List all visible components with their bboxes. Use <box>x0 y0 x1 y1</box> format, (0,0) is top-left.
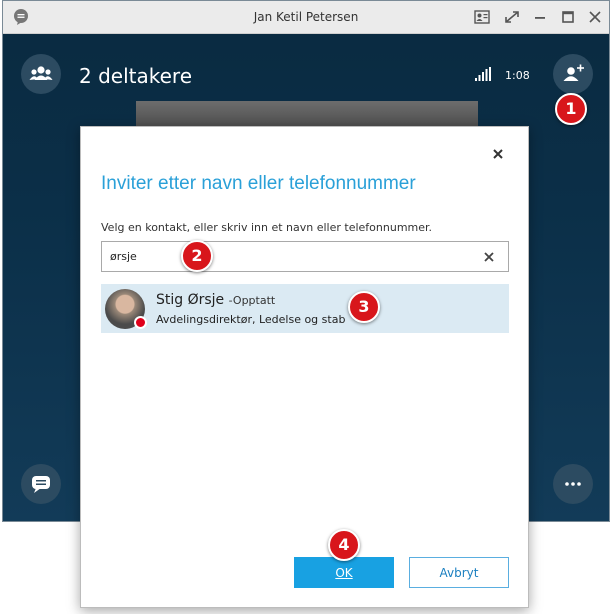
more-dots-icon <box>565 482 581 486</box>
minimize-icon[interactable] <box>529 7 551 27</box>
cancel-button[interactable]: Avbryt <box>409 557 509 588</box>
contact-status: -Opptatt <box>228 294 276 307</box>
title-bar: Jan Ketil Petersen <box>3 1 609 34</box>
clear-icon[interactable] <box>481 249 497 265</box>
step-marker-4: 4 <box>328 529 360 561</box>
search-input[interactable]: ørsje <box>101 241 509 272</box>
maximize-icon[interactable] <box>557 7 579 27</box>
close-window-icon[interactable] <box>584 7 606 27</box>
search-input-value[interactable]: ørsje <box>110 250 137 263</box>
dialog-instruction: Velg en kontakt, eller skriv inn et navn… <box>101 221 433 234</box>
step-marker-1: 1 <box>555 93 587 125</box>
add-person-icon <box>563 64 584 81</box>
participants-count: 2 deltakere <box>79 64 192 88</box>
contact-result-item[interactable]: Stig Ørsje -Opptatt Avdelingsdirektør, L… <box>101 284 509 333</box>
close-icon[interactable] <box>489 145 507 163</box>
expand-icon[interactable] <box>501 7 523 27</box>
signal-strength-icon <box>475 67 491 81</box>
dialog-title: Inviter etter navn eller telefonnummer <box>101 173 416 194</box>
contact-card-icon[interactable] <box>471 7 493 27</box>
chat-bubble-icon <box>32 476 50 493</box>
contact-name: Stig Ørsje <box>156 292 225 308</box>
invite-dialog: Inviter etter navn eller telefonnummer V… <box>80 126 529 608</box>
participants-button[interactable] <box>21 54 61 94</box>
step-marker-3: 3 <box>348 291 380 323</box>
more-options-button[interactable] <box>553 464 593 504</box>
add-participant-button[interactable] <box>553 54 593 94</box>
presence-busy-indicator <box>134 316 147 329</box>
call-duration: 1:08 <box>505 69 530 82</box>
contact-subtitle: Avdelingsdirektør, Ledelse og stab <box>156 313 346 326</box>
ok-button[interactable]: OK <box>294 557 394 588</box>
people-group-icon <box>29 66 53 80</box>
step-marker-2: 2 <box>181 240 213 272</box>
chat-button[interactable] <box>21 464 61 504</box>
